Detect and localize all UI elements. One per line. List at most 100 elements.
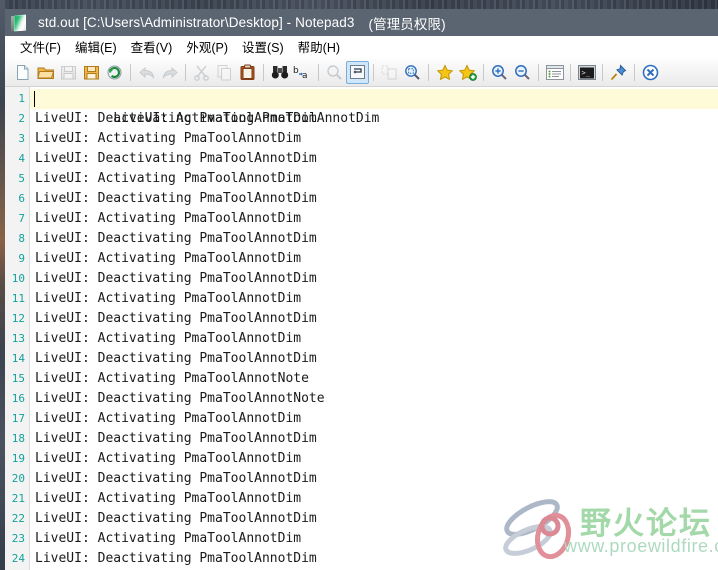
code-line[interactable]: LiveUI: Deactivating PmaToolAnnotDim — [30, 549, 718, 569]
toolbar-separator — [373, 63, 374, 81]
code-line[interactable]: LiveUI: Deactivating PmaToolAnnotDim — [30, 109, 718, 129]
code-line[interactable]: LiveUI: Activating PmaToolAnnotDim — [30, 409, 718, 429]
line-number: 15 — [11, 372, 25, 385]
code-line[interactable]: LiveUI: Deactivating PmaToolAnnotDim — [30, 309, 718, 329]
new-file-icon[interactable] — [11, 61, 34, 84]
line-number: 2 — [18, 112, 25, 125]
toolbar-separator — [538, 63, 539, 81]
zoom-magnifier-icon[interactable] — [323, 61, 346, 84]
code-line[interactable]: LiveUI: Activating PmaToolAnnotDim — [30, 209, 718, 229]
line-number: 4 — [18, 152, 25, 165]
code-line[interactable]: LiveUI: Activating PmaToolAnnotDim — [30, 249, 718, 269]
menu-view[interactable]: 查看(V) — [124, 36, 180, 57]
console-icon[interactable]: >_ — [575, 61, 598, 84]
save-icon[interactable] — [57, 61, 80, 84]
editor-area[interactable]: 1 2 3 4 5 6 7 8 9 10 11 12 13 14 15 16 1… — [5, 87, 718, 570]
text-caret — [34, 91, 35, 107]
line-number: 11 — [11, 292, 25, 305]
code-line[interactable]: LiveUI: Deactivating PmaToolAnnotDim — [30, 229, 718, 249]
line-number: 14 — [11, 352, 25, 365]
code-line[interactable]: LiveUI: Activating PmaToolAnnotNote — [30, 369, 718, 389]
line-number: 24 — [11, 552, 25, 565]
menu-help[interactable]: 帮助(H) — [291, 36, 347, 57]
open-folder-icon[interactable] — [34, 61, 57, 84]
code-line[interactable]: LiveUI: Deactivating PmaToolAnnotDim — [30, 189, 718, 209]
line-number: 21 — [11, 492, 25, 505]
menu-bar: 文件(F) 编辑(E) 查看(V) 外观(P) 设置(S) 帮助(H) — [5, 36, 718, 58]
word-wrap-icon[interactable] — [346, 60, 369, 84]
code-line[interactable]: LiveUI: Activating PmaToolAnnotDim — [30, 329, 718, 349]
line-number: 23 — [11, 532, 25, 545]
toolbar-separator — [634, 63, 635, 81]
save-as-icon[interactable] — [80, 61, 103, 84]
exit-close-icon[interactable] — [639, 61, 662, 84]
zoom-out-icon[interactable] — [511, 61, 534, 84]
screen: std.out [C:\Users\Administrator\Desktop]… — [0, 0, 718, 570]
line-number: 13 — [11, 332, 25, 345]
line-number: 3 — [18, 132, 25, 145]
line-number: 17 — [11, 412, 25, 425]
line-number: 12 — [11, 312, 25, 325]
code-line[interactable]: LiveUI: Activating PmaToolAnnotDim — [30, 529, 718, 549]
code-line[interactable]: LiveUI: Deactivating PmaToolAnnotDim — [30, 429, 718, 449]
code-line[interactable]: LiveUI: Deactivating PmaToolAnnotNote — [30, 389, 718, 409]
redo-arrow-icon[interactable] — [158, 61, 181, 84]
line-number: 20 — [11, 472, 25, 485]
line-number: 1 — [18, 92, 25, 105]
find-binoculars-icon[interactable] — [268, 61, 291, 84]
svg-text:>_: >_ — [581, 69, 590, 77]
line-number: 16 — [11, 392, 25, 405]
code-line[interactable]: LiveUI: Deactivating PmaToolAnnotDim — [30, 269, 718, 289]
code-line[interactable]: LiveUI: Activating PmaToolAnnotDim — [30, 449, 718, 469]
schemes-list-icon[interactable] — [543, 61, 566, 84]
window-title: std.out [C:\Users\Administrator\Desktop]… — [38, 15, 355, 30]
line-number: 22 — [11, 512, 25, 525]
line-number: 19 — [11, 452, 25, 465]
menu-appearance[interactable]: 外观(P) — [179, 36, 235, 57]
title-bar[interactable]: std.out [C:\Users\Administrator\Desktop]… — [5, 9, 718, 36]
cut-scissors-icon[interactable] — [190, 61, 213, 84]
toolbar-separator — [602, 63, 603, 81]
toolbar: b a >_ — [5, 58, 718, 87]
line-number: 7 — [18, 212, 25, 225]
toolbar-separator — [263, 63, 264, 81]
toolbar-separator — [130, 63, 131, 81]
indent-lines-icon[interactable] — [378, 61, 401, 84]
undo-arrow-icon[interactable] — [135, 61, 158, 84]
line-number: 18 — [11, 432, 25, 445]
line-number-gutter: 1 2 3 4 5 6 7 8 9 10 11 12 13 14 15 16 1… — [5, 87, 30, 570]
line-number: 8 — [18, 232, 25, 245]
replace-ba-icon[interactable]: b a — [291, 61, 314, 84]
zoom-in-icon[interactable] — [488, 61, 511, 84]
notepad3-window: std.out [C:\Users\Administrator\Desktop]… — [5, 9, 718, 570]
code-line[interactable]: LiveUI: Activating PmaToolAnnotDim — [30, 129, 718, 149]
code-text-area[interactable]: LiveUI: Activating PmaToolAnnotDim LiveU… — [30, 87, 718, 570]
always-on-top-pin-icon[interactable] — [607, 61, 630, 84]
code-line[interactable]: LiveUI: Deactivating PmaToolAnnotDim — [30, 349, 718, 369]
code-line[interactable]: LiveUI: Deactivating PmaToolAnnotDim — [30, 469, 718, 489]
code-line[interactable]: LiveUI: Activating PmaToolAnnotDim — [30, 169, 718, 189]
copy-icon[interactable] — [213, 61, 236, 84]
code-line[interactable]: LiveUI: Activating PmaToolAnnotDim — [30, 489, 718, 509]
svg-text:b: b — [293, 66, 299, 76]
bookmark-star-icon[interactable] — [433, 61, 456, 84]
code-line[interactable]: LiveUI: Deactivating PmaToolAnnotDim — [30, 509, 718, 529]
find-select-icon[interactable] — [401, 61, 424, 84]
line-number: 10 — [11, 272, 25, 285]
toolbar-separator — [570, 63, 571, 81]
paste-clipboard-icon[interactable] — [236, 61, 259, 84]
notepad3-icon — [11, 14, 29, 32]
toolbar-separator — [318, 63, 319, 81]
menu-edit[interactable]: 编辑(E) — [68, 36, 124, 57]
line-number: 9 — [18, 252, 25, 265]
code-line[interactable]: LiveUI: Activating PmaToolAnnotDim — [30, 289, 718, 309]
code-line[interactable]: LiveUI: Deactivating PmaToolAnnotDim — [30, 149, 718, 169]
add-bookmark-icon[interactable] — [456, 61, 479, 84]
menu-settings[interactable]: 设置(S) — [235, 36, 291, 57]
toolbar-separator — [483, 63, 484, 81]
code-line[interactable]: LiveUI: Activating PmaToolAnnotDim — [30, 89, 718, 126]
toolbar-separator — [185, 63, 186, 81]
revert-reload-icon[interactable] — [103, 61, 126, 84]
line-number: 5 — [18, 172, 25, 185]
menu-file[interactable]: 文件(F) — [13, 36, 68, 57]
